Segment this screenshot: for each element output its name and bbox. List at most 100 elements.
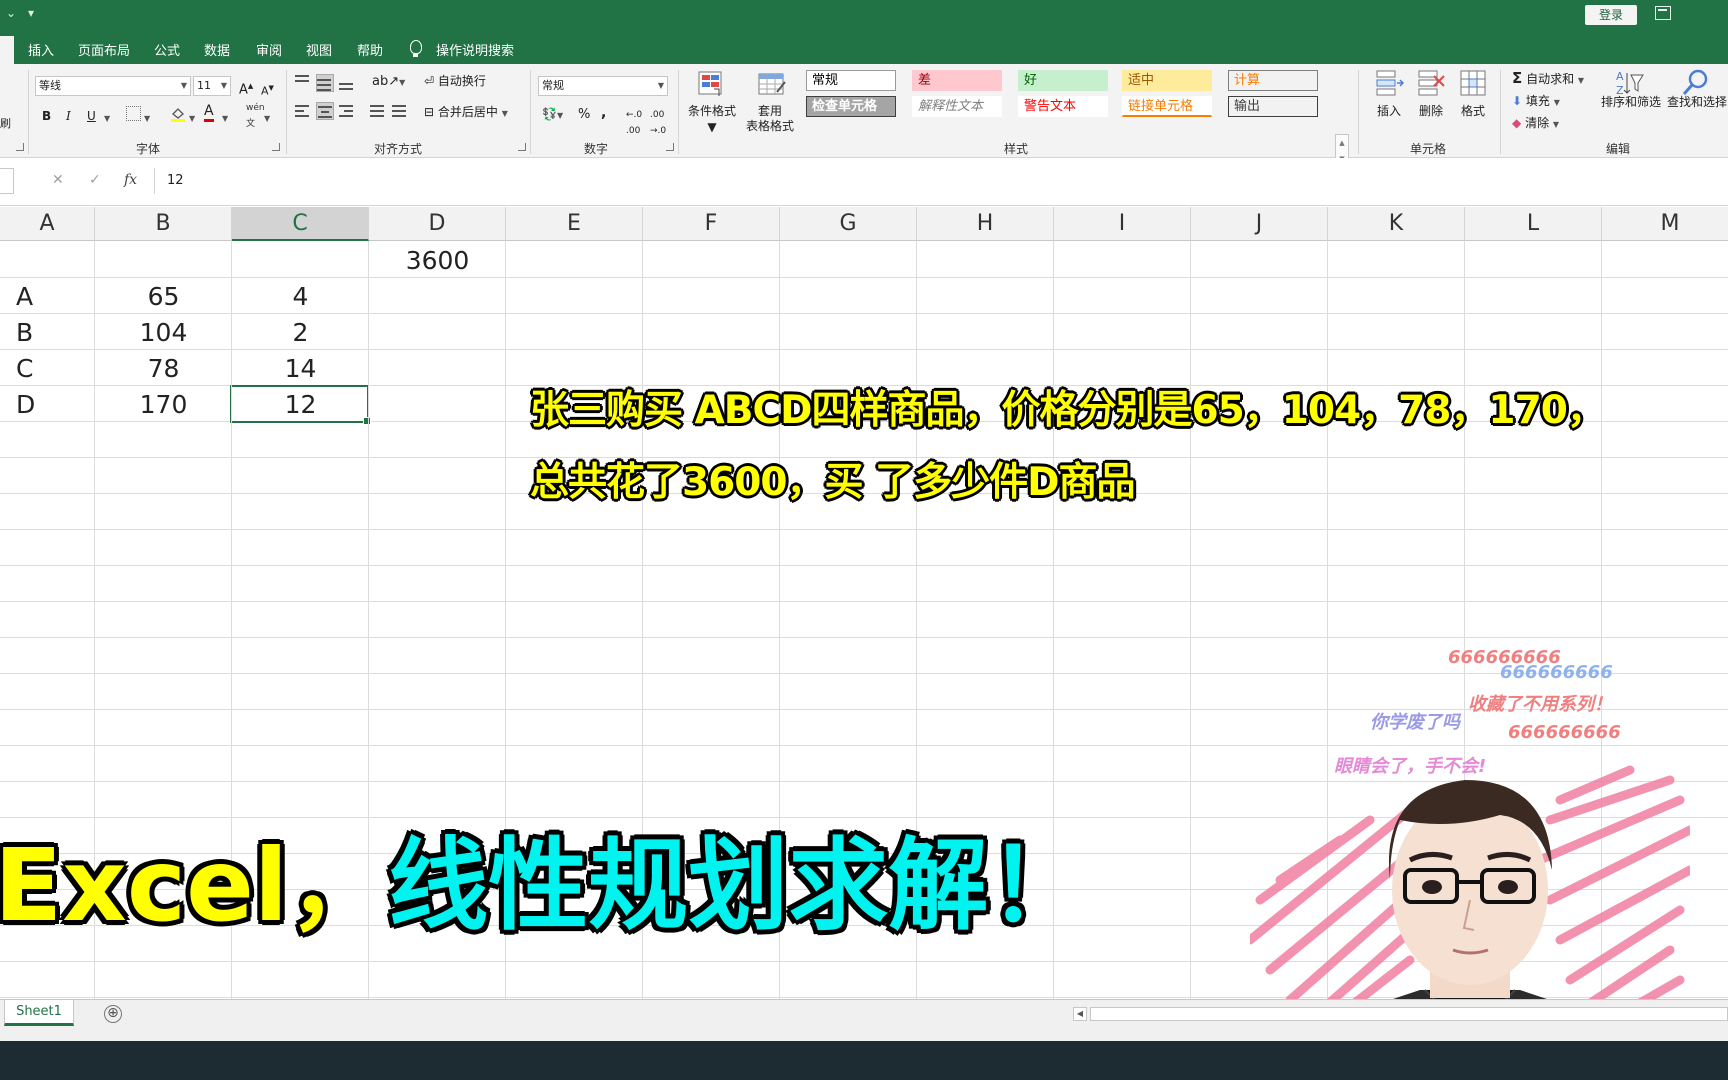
- conditional-format-button[interactable]: 条件格式: [686, 104, 738, 118]
- delete-cells-button[interactable]: 删除: [1414, 104, 1448, 118]
- chevron-down-icon[interactable]: ▼: [104, 111, 110, 127]
- fill-button[interactable]: ⬇ 填充 ▼: [1512, 93, 1560, 111]
- font-launcher-icon[interactable]: [272, 143, 280, 151]
- column-header-a[interactable]: A: [0, 207, 95, 241]
- tab-review[interactable]: 审阅: [256, 40, 282, 59]
- tab-help[interactable]: 帮助: [357, 40, 383, 59]
- cell-B5[interactable]: 170: [95, 387, 232, 423]
- cell-C4[interactable]: 14: [232, 351, 369, 387]
- format-as-table-button[interactable]: 套用: [748, 104, 792, 118]
- insert-cells-button[interactable]: 插入: [1372, 104, 1406, 118]
- tab-insert[interactable]: 插入: [28, 40, 54, 59]
- insert-cells-icon[interactable]: [1374, 68, 1405, 98]
- align-middle-icon[interactable]: [316, 74, 334, 92]
- sort-filter-icon[interactable]: AZ: [1614, 68, 1644, 98]
- tab-view[interactable]: 视图: [306, 40, 332, 59]
- scroll-left-icon[interactable]: ◀: [1073, 1007, 1087, 1021]
- chevron-down-icon[interactable]: ▼: [264, 111, 270, 127]
- chevron-down-icon[interactable]: ▼: [222, 111, 228, 127]
- bold-button[interactable]: B: [42, 108, 51, 124]
- cell-style-output[interactable]: 输出: [1228, 96, 1318, 117]
- cell-A2[interactable]: A: [16, 279, 86, 315]
- quick-access-icon[interactable]: ⌄: [6, 6, 16, 20]
- cell-style-normal[interactable]: 常规: [806, 70, 896, 91]
- tab-data[interactable]: 数据: [204, 40, 230, 59]
- decrease-decimal-icon[interactable]: .00 →.0: [650, 107, 666, 139]
- font-color-icon[interactable]: A: [204, 104, 214, 122]
- name-box[interactable]: [0, 168, 14, 194]
- magnifier-icon[interactable]: [1680, 68, 1710, 98]
- column-header-e[interactable]: E: [506, 207, 643, 241]
- decrease-indent-icon[interactable]: [370, 102, 388, 120]
- formula-input[interactable]: 12: [154, 168, 1728, 194]
- enter-icon[interactable]: ✓: [89, 172, 101, 188]
- chevron-up-icon[interactable]: ▲: [1336, 135, 1348, 151]
- font-name-combo[interactable]: 等线 ▼: [35, 76, 191, 96]
- merge-center-button[interactable]: ⊟ 合并后居中 ▼: [424, 104, 508, 122]
- shrink-font-button[interactable]: A▼: [261, 80, 274, 100]
- chevron-down-icon[interactable]: ▼: [706, 120, 718, 134]
- italic-button[interactable]: I: [66, 108, 71, 124]
- borders-icon[interactable]: [126, 106, 141, 121]
- font-size-combo[interactable]: 11 ▼: [193, 76, 231, 96]
- cell-style-check-cell[interactable]: 检查单元格: [806, 96, 896, 117]
- align-right-icon[interactable]: [339, 102, 357, 120]
- delete-cells-icon[interactable]: [1416, 68, 1446, 98]
- comma-style-button[interactable]: ,: [601, 105, 606, 121]
- column-header-d[interactable]: D: [369, 207, 506, 241]
- phonetic-guide-button[interactable]: wén 文: [246, 100, 265, 132]
- column-header-i[interactable]: I: [1054, 207, 1191, 241]
- fill-color-icon[interactable]: [170, 106, 186, 122]
- clipboard-launcher-icon[interactable]: [16, 143, 24, 151]
- conditional-format-icon[interactable]: [697, 70, 727, 100]
- cell-B4[interactable]: 78: [95, 351, 232, 387]
- cell-style-neutral[interactable]: 适中: [1122, 70, 1212, 91]
- column-header-m[interactable]: M: [1602, 207, 1728, 241]
- cell-style-calculation[interactable]: 计算: [1228, 70, 1318, 91]
- cell-A3[interactable]: B: [16, 315, 86, 351]
- active-cell-selection[interactable]: [230, 385, 371, 425]
- login-button[interactable]: 登录: [1585, 5, 1637, 25]
- cell-A5[interactable]: D: [16, 387, 86, 423]
- cell-style-good[interactable]: 好: [1018, 70, 1108, 91]
- clear-button[interactable]: ◆ 清除 ▼: [1512, 115, 1559, 133]
- autosum-button[interactable]: Σ 自动求和 ▼: [1512, 70, 1584, 89]
- number-format-combo[interactable]: 常规 ▼: [538, 76, 668, 96]
- accounting-format-icon[interactable]: 💱▼: [542, 106, 563, 124]
- sheet-tab-sheet1[interactable]: Sheet1: [4, 1000, 74, 1026]
- increase-indent-icon[interactable]: [392, 102, 410, 120]
- cell-style-linked-cell[interactable]: 链接单元格: [1122, 96, 1212, 117]
- cell-C3[interactable]: 2: [232, 315, 369, 351]
- tab-formulas[interactable]: 公式: [154, 40, 180, 59]
- cell-B3[interactable]: 104: [95, 315, 232, 351]
- percent-style-button[interactable]: %: [578, 107, 590, 123]
- underline-button[interactable]: U: [87, 108, 96, 124]
- column-header-l[interactable]: L: [1465, 207, 1602, 241]
- column-header-h[interactable]: H: [917, 207, 1054, 241]
- insert-function-icon[interactable]: fx: [124, 172, 137, 188]
- tab-page-layout[interactable]: 页面布局: [78, 40, 130, 59]
- cancel-icon[interactable]: ✕: [52, 172, 64, 188]
- add-sheet-icon[interactable]: ⊕: [104, 1005, 122, 1023]
- cell-B2[interactable]: 65: [95, 279, 232, 315]
- cell-C2[interactable]: 4: [232, 279, 369, 315]
- wrap-text-button[interactable]: ⏎ 自动换行: [424, 73, 486, 89]
- column-header-k[interactable]: K: [1328, 207, 1465, 241]
- tell-me-search[interactable]: 操作说明搜索: [436, 40, 514, 59]
- column-header-b[interactable]: B: [95, 207, 232, 241]
- find-select-button[interactable]: 查找和选择: [1666, 95, 1728, 109]
- cell-D1[interactable]: 3600: [369, 243, 506, 279]
- horizontal-scrollbar[interactable]: [1090, 1007, 1728, 1021]
- orientation-icon[interactable]: ab↗▼: [372, 74, 405, 91]
- column-header-g[interactable]: G: [780, 207, 917, 241]
- grow-font-button[interactable]: A▲: [239, 78, 253, 98]
- column-header-c[interactable]: C: [232, 207, 369, 241]
- sort-filter-button[interactable]: 排序和筛选: [1598, 95, 1664, 109]
- chevron-down-icon[interactable]: ▼: [189, 111, 195, 127]
- chevron-down-icon[interactable]: ▼: [144, 111, 150, 127]
- tab-home-partial[interactable]: [0, 36, 14, 64]
- align-left-icon[interactable]: [295, 102, 313, 120]
- cell-style-warning-text[interactable]: 警告文本: [1018, 96, 1108, 117]
- customize-quick-access-icon[interactable]: ▾: [28, 6, 34, 20]
- increase-decimal-icon[interactable]: ←.0.00: [626, 107, 642, 139]
